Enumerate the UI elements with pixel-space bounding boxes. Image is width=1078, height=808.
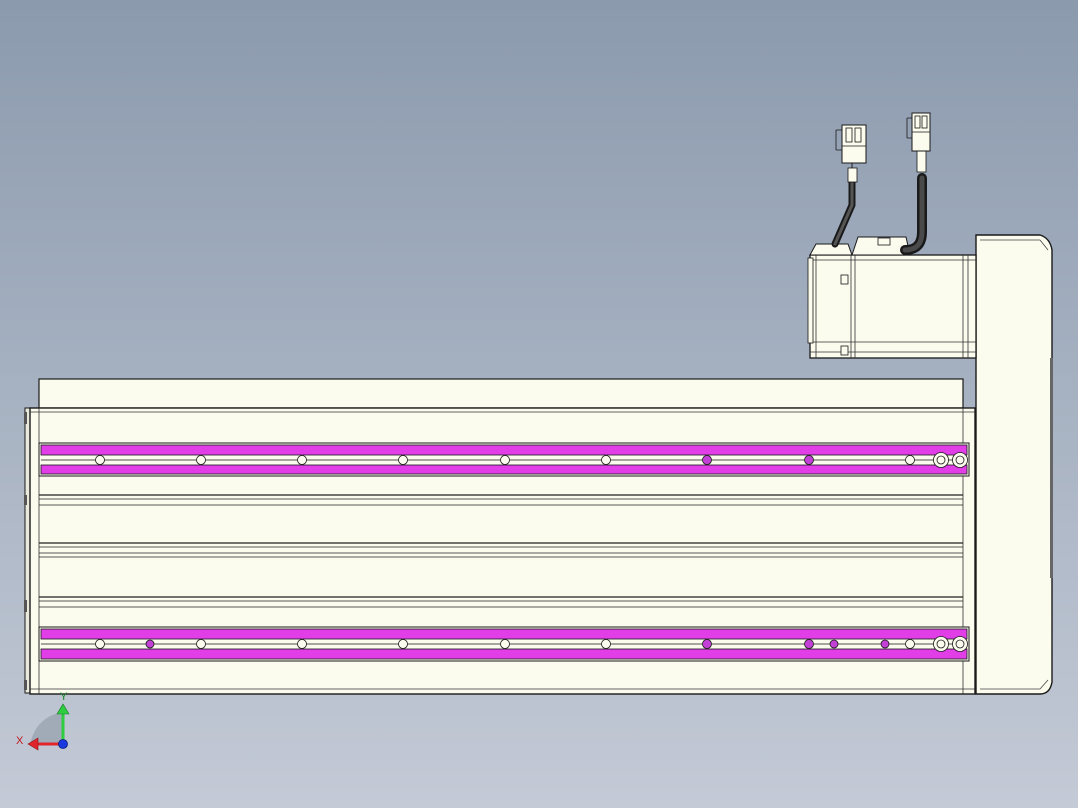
power-connector[interactable] xyxy=(831,124,867,248)
y-axis-arrowhead xyxy=(56,703,70,715)
y-axis-label: Y xyxy=(60,691,68,703)
bottom-rail[interactable] xyxy=(38,626,970,662)
servo-motor[interactable] xyxy=(807,236,977,359)
axis-triad: X Y xyxy=(16,691,70,751)
cad-viewport[interactable]: X Y xyxy=(0,0,1078,808)
top-cover xyxy=(38,378,964,409)
end-plate[interactable] xyxy=(969,234,1053,695)
x-axis-label: X xyxy=(16,735,24,747)
encoder-connector[interactable] xyxy=(900,112,931,255)
top-rail[interactable] xyxy=(38,442,970,477)
z-axis-dot xyxy=(58,739,68,749)
